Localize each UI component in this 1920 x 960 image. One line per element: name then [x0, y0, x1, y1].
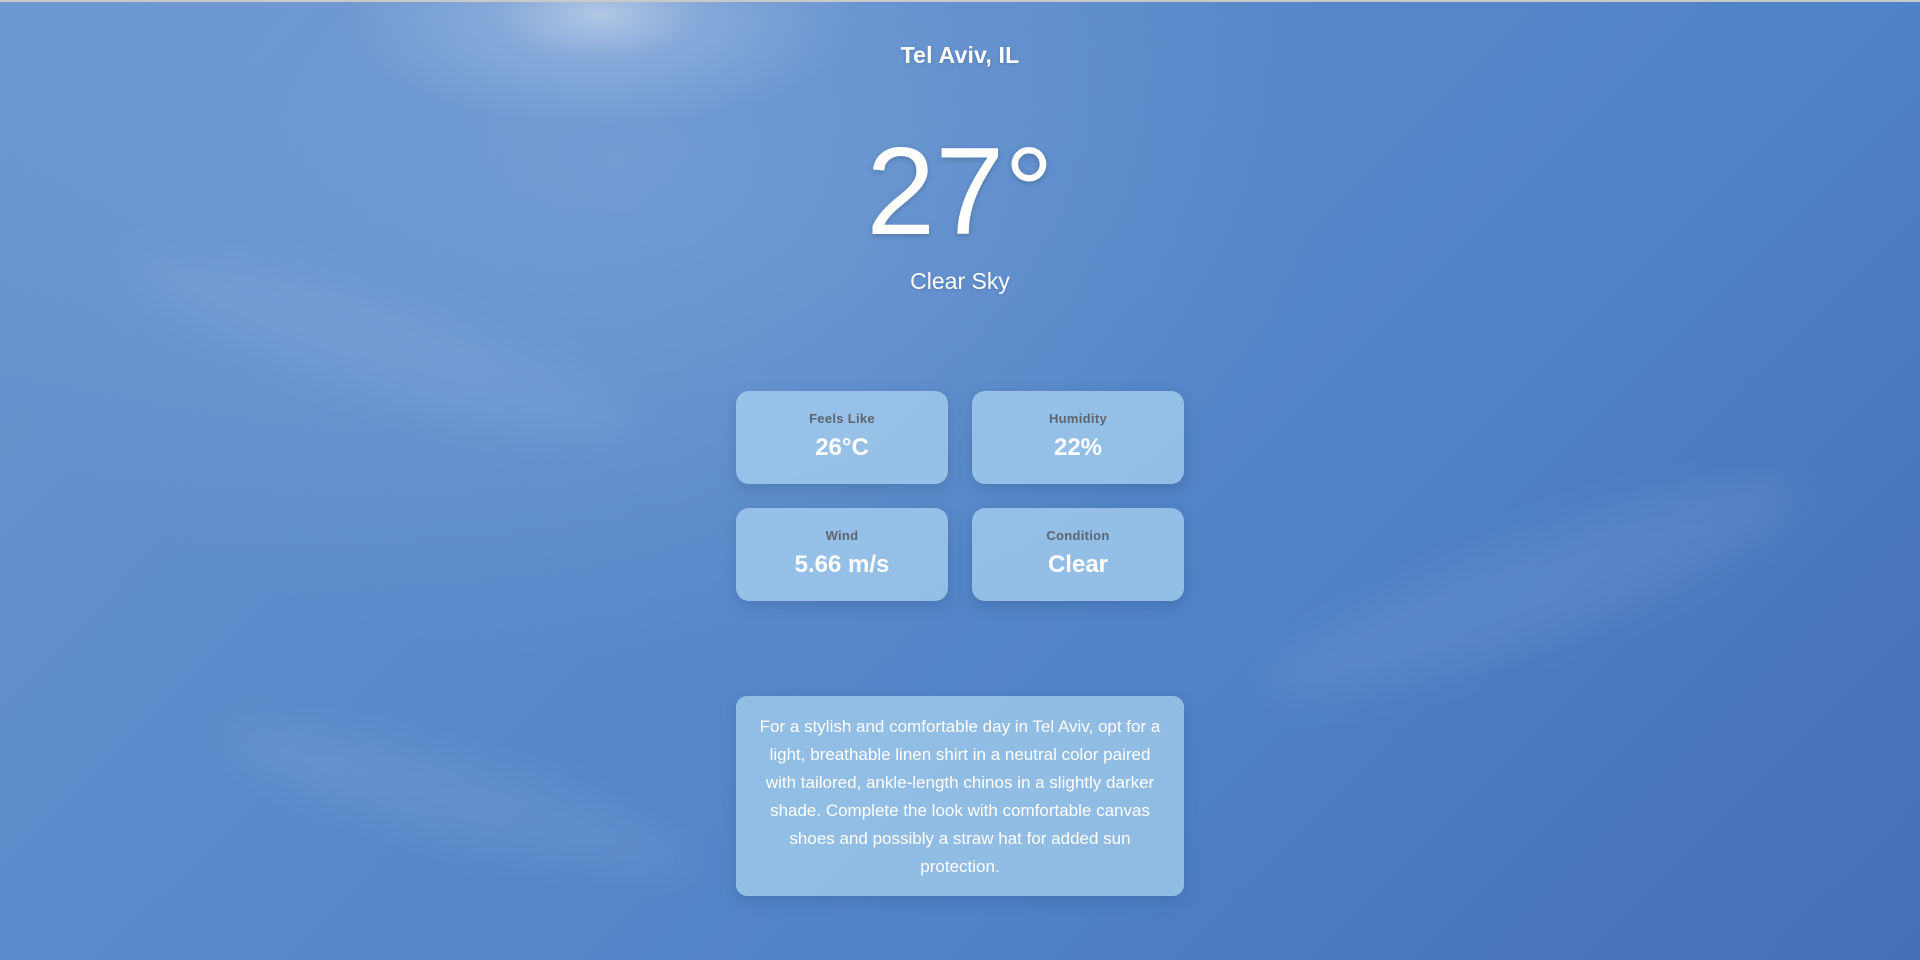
- current-temperature: 27°: [866, 123, 1054, 261]
- location-title: Tel Aviv, IL: [900, 42, 1020, 68]
- card-value: 26°C: [815, 434, 869, 461]
- cloud-wisp: [1249, 447, 1811, 733]
- card-label: Wind: [825, 528, 859, 543]
- card-value: Clear: [1047, 551, 1109, 578]
- cloud-wisp: [217, 699, 703, 901]
- condition-card: Condition Clear: [972, 508, 1184, 601]
- card-value: 22%: [1053, 434, 1103, 461]
- weather-description: Clear Sky: [910, 268, 1010, 294]
- humidity-card: Humidity 22%: [972, 391, 1184, 484]
- wind-card: Wind 5.66 m/s: [736, 508, 948, 601]
- feels-like-card: Feels Like 26°C: [736, 391, 948, 484]
- outfit-advice-card: For a stylish and comfortable day in Tel…: [736, 696, 1184, 896]
- card-label: Feels Like: [809, 411, 875, 426]
- card-label: Condition: [1046, 528, 1110, 543]
- cloud-wisp: [118, 221, 642, 469]
- weather-stats-grid: Feels Like 26°C Humidity 22% Wind 5.66 m…: [736, 391, 1184, 601]
- card-value: 5.66 m/s: [794, 551, 890, 578]
- card-label: Humidity: [1048, 411, 1107, 426]
- window-top-edge: [0, 0, 1920, 2]
